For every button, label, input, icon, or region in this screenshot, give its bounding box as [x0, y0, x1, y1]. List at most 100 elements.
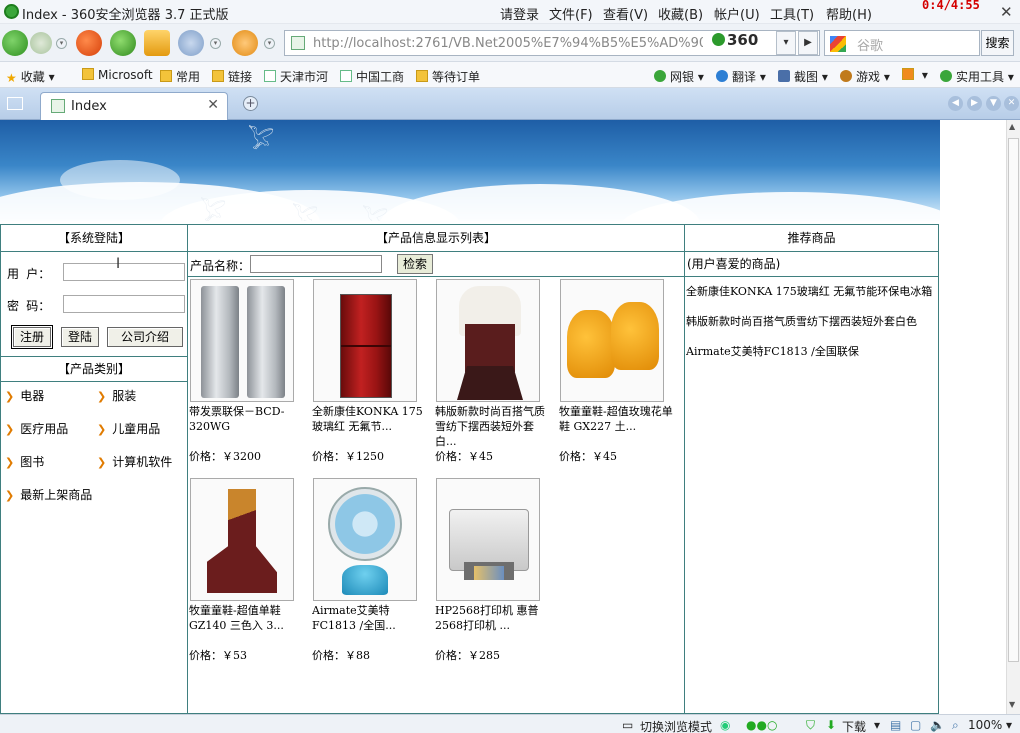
stop-icon[interactable]	[76, 30, 102, 56]
new-tab-icon[interactable]: +	[243, 96, 258, 111]
scrollbar-thumb[interactable]	[1008, 138, 1019, 662]
category-medical[interactable]: ❯ 医疗用品	[5, 420, 68, 437]
company-intro-button[interactable]: 公司介绍	[107, 327, 183, 347]
zoom-level[interactable]: 100%	[968, 718, 1002, 732]
category-clothing[interactable]: ❯ 服装	[97, 387, 136, 404]
password-field[interactable]	[63, 295, 185, 313]
search-input[interactable]: 谷歌	[824, 30, 980, 56]
forward-icon[interactable]	[30, 32, 52, 54]
paw-icon[interactable]	[232, 30, 258, 56]
tool-utilities[interactable]: 实用工具 ▾	[940, 68, 1014, 85]
brand-360-badge[interactable]: 360	[712, 31, 774, 55]
product-image-orange-shoes[interactable]	[560, 279, 664, 402]
paw-dropdown-icon[interactable]: ▾	[264, 38, 275, 49]
product-name[interactable]: HP2568打印机 惠普2568打印机 ...	[435, 603, 555, 648]
tool-box-menu[interactable]: ▾	[902, 68, 928, 82]
fav-common[interactable]: 常用	[160, 68, 200, 85]
product-card[interactable]: 带发票联保－BCD-320WG 价格：￥3200	[189, 279, 309, 464]
username-field[interactable]	[63, 263, 185, 281]
download-dropdown-icon[interactable]: ▾	[874, 718, 880, 732]
fav-links[interactable]: 链接	[212, 68, 252, 85]
product-image-boot[interactable]	[190, 478, 294, 601]
speed-toggle-icon[interactable]: ●●○	[746, 718, 777, 732]
undo-icon[interactable]	[178, 30, 204, 56]
menu-help[interactable]: 帮助(H)	[826, 4, 872, 23]
address-dropdown-icon[interactable]: ▾	[776, 31, 796, 55]
category-books[interactable]: ❯ 图书	[5, 453, 44, 470]
tool-translate[interactable]: 翻译 ▾	[716, 68, 766, 85]
address-url[interactable]: http://localhost:2761/VB.Net2005%E7%94%B…	[313, 36, 703, 51]
category-children[interactable]: ❯ 儿童用品	[97, 420, 160, 437]
home-icon[interactable]	[144, 30, 170, 56]
product-name[interactable]: 牧童童鞋-超值单鞋 GZ140 三色入 3...	[189, 603, 309, 648]
login-button[interactable]: 登陆	[61, 327, 99, 347]
product-card[interactable]: 韩版新款时尚百搭气质雪纺下摆西装短外套白... 价格：￥45	[435, 279, 555, 464]
tab-scroll-left-icon[interactable]: ◀	[948, 96, 963, 111]
menu-tools[interactable]: 工具(T)	[770, 4, 814, 23]
download-icon[interactable]: ⬇	[826, 718, 836, 732]
download-label[interactable]: 下载	[842, 718, 866, 733]
history-dropdown-icon[interactable]: ▾	[56, 38, 67, 49]
vertical-scrollbar[interactable]: ▲ ▼	[1006, 120, 1020, 714]
sound-icon[interactable]: 🔈	[930, 718, 945, 732]
category-new-arrivals[interactable]: ❯ 最新上架商品	[5, 486, 92, 503]
menu-file[interactable]: 文件(F)	[549, 4, 593, 23]
close-all-tabs-icon[interactable]: ✕	[1004, 96, 1019, 111]
product-name[interactable]: 韩版新款时尚百搭气质雪纺下摆西装短外套白...	[435, 404, 555, 449]
product-image-fridge-silver[interactable]	[190, 279, 294, 402]
sidebar-toggle-icon[interactable]	[7, 97, 23, 110]
product-image-dress[interactable]	[436, 279, 540, 402]
window-icon[interactable]: ▢	[910, 718, 921, 732]
menu-account[interactable]: 帐户(U)	[714, 4, 760, 23]
recommend-item[interactable]: Airmate艾美特FC1813 /全国联保	[686, 343, 938, 359]
menu-favorites[interactable]: 收藏(B)	[658, 4, 703, 23]
product-image-printer[interactable]	[436, 478, 540, 601]
product-search-button[interactable]: 检索	[397, 254, 433, 274]
product-name[interactable]: 带发票联保－BCD-320WG	[189, 404, 309, 449]
fav-pending-orders[interactable]: 等待订单	[416, 68, 480, 85]
security-icon[interactable]: ⛉	[806, 718, 815, 733]
undo-dropdown-icon[interactable]: ▾	[210, 38, 221, 49]
product-card[interactable]: Airmate艾美特FC1813 /全国... 价格：￥88	[312, 478, 432, 663]
scroll-down-icon[interactable]: ▼	[1009, 700, 1015, 709]
recommend-item[interactable]: 韩版新款时尚百搭气质雪纺下摆西装短外套白色	[686, 313, 938, 329]
product-card[interactable]: HP2568打印机 惠普2568打印机 ... 价格：￥285	[435, 478, 555, 663]
menu-view[interactable]: 查看(V)	[603, 4, 648, 23]
recommend-item[interactable]: 全新康佳KONKA 175玻璃红 无氟节能环保电冰箱	[686, 283, 938, 299]
page-info-icon[interactable]: ▤	[890, 718, 901, 732]
search-button[interactable]: 搜索	[981, 30, 1014, 56]
product-card[interactable]: 牧童童鞋-超值玫瑰花单鞋 GX227 土... 价格：￥45	[559, 279, 679, 464]
zoom-icon[interactable]: ⌕	[952, 718, 959, 733]
category-software[interactable]: ❯ 计算机软件	[97, 453, 172, 470]
tab-index[interactable]: Index ✕	[40, 92, 228, 120]
product-image-fan[interactable]	[313, 478, 417, 601]
tool-ebank[interactable]: 网银 ▾	[654, 68, 704, 85]
globe-icon[interactable]: ◉	[720, 718, 730, 732]
category-electrical[interactable]: ❯ 电器	[5, 387, 44, 404]
refresh-icon[interactable]	[110, 30, 136, 56]
tool-screenshot[interactable]: 截图 ▾	[778, 68, 828, 85]
zoom-dropdown-icon[interactable]: ▾	[1006, 718, 1012, 732]
product-name[interactable]: Airmate艾美特FC1813 /全国...	[312, 603, 432, 648]
close-window-icon[interactable]: ✕	[1000, 3, 1013, 21]
close-tab-icon[interactable]: ✕	[207, 97, 219, 113]
switch-mode-label[interactable]: 切换浏览模式	[640, 718, 712, 733]
product-card[interactable]: 全新康佳KONKA 175玻璃红 无氟节... 价格：￥1250	[312, 279, 432, 464]
tab-scroll-right-icon[interactable]: ▶	[967, 96, 982, 111]
product-name-field[interactable]	[250, 255, 382, 273]
fav-icbc[interactable]: 中国工商	[340, 68, 404, 85]
fav-microsoft[interactable]: Microsoft	[82, 68, 153, 82]
fav-tianjin[interactable]: 天津市河	[264, 68, 328, 85]
product-name[interactable]: 全新康佳KONKA 175玻璃红 无氟节...	[312, 404, 432, 449]
product-name[interactable]: 牧童童鞋-超值玫瑰花单鞋 GX227 土...	[559, 404, 679, 449]
switch-mode-icon[interactable]: ▭	[622, 718, 633, 732]
favorites-menu[interactable]: ★ 收藏 ▾	[6, 68, 55, 85]
menu-login[interactable]: 请登录	[500, 4, 539, 23]
product-card[interactable]: 牧童童鞋-超值单鞋 GZ140 三色入 3... 价格：￥53	[189, 478, 309, 663]
back-icon[interactable]	[2, 30, 28, 56]
tab-list-icon[interactable]: ▼	[986, 96, 1001, 111]
register-button[interactable]: 注册	[11, 325, 53, 349]
go-icon[interactable]: ▶	[798, 31, 818, 55]
scroll-up-icon[interactable]: ▲	[1009, 122, 1015, 131]
tool-games[interactable]: 游戏 ▾	[840, 68, 890, 85]
